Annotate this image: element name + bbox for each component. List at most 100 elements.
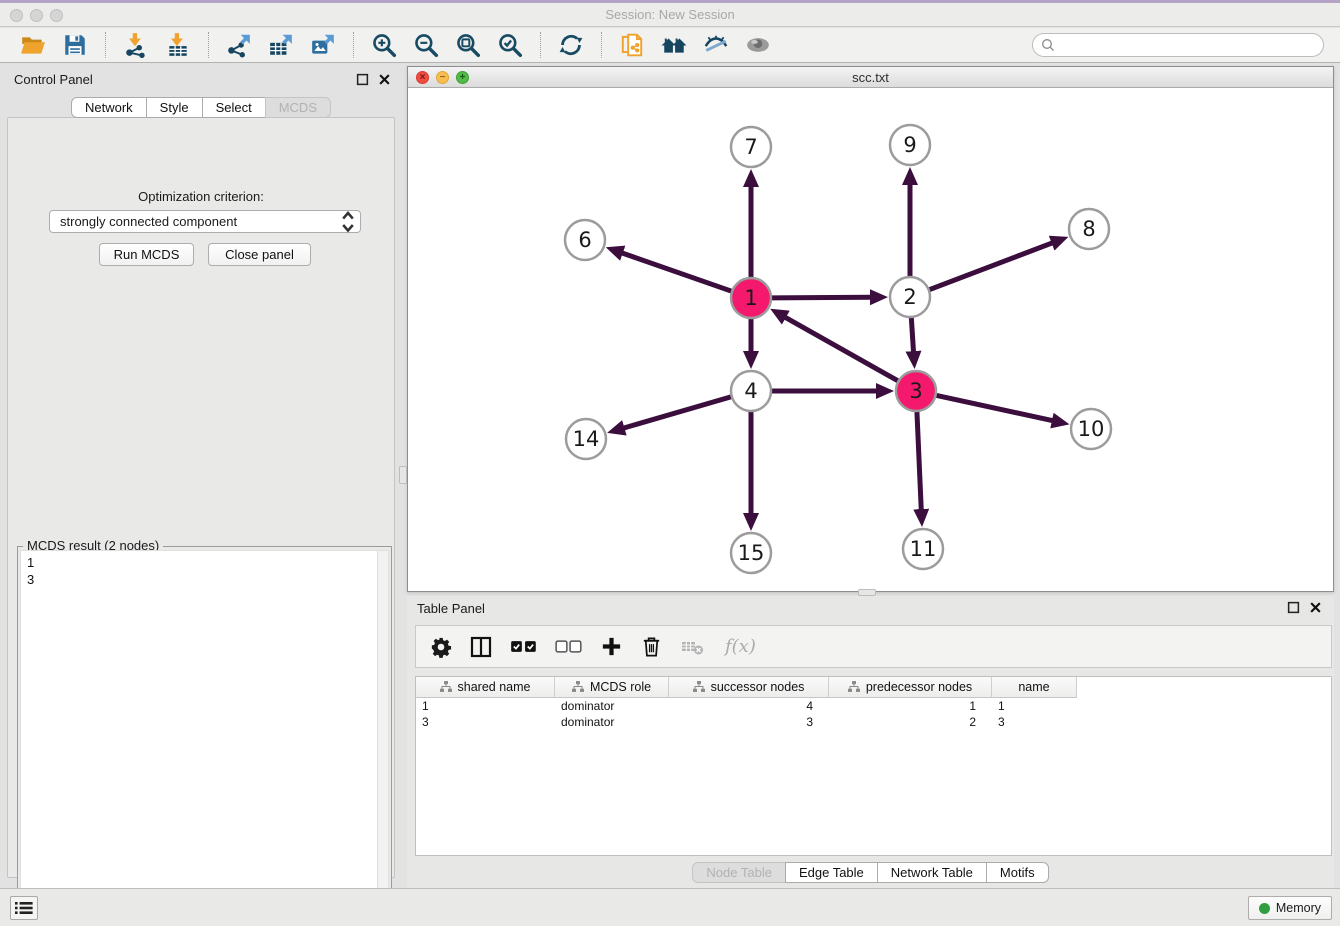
float-panel-icon[interactable] <box>356 73 369 86</box>
table-cell[interactable]: 2 <box>829 714 992 730</box>
table-cell[interactable]: 1 <box>992 698 1077 714</box>
node-label: 11 <box>910 537 937 561</box>
node-7[interactable]: 7 <box>731 127 771 167</box>
network-file-icon[interactable] <box>617 30 647 60</box>
node-8[interactable]: 8 <box>1069 209 1109 249</box>
tab-mcds[interactable]: MCDS <box>265 97 331 118</box>
table-cell[interactable]: 3 <box>416 714 555 730</box>
column-header-shared-name[interactable]: shared name <box>416 677 555 698</box>
table-cell[interactable]: dominator <box>555 698 669 714</box>
export-network-icon[interactable] <box>224 30 254 60</box>
zoom-fit-icon[interactable] <box>453 30 483 60</box>
control-panel-tabs: NetworkStyleSelectMCDS <box>3 97 399 118</box>
node-15[interactable]: 15 <box>731 533 771 573</box>
node-14[interactable]: 14 <box>566 419 606 459</box>
tab-node-table[interactable]: Node Table <box>692 862 786 883</box>
tab-style[interactable]: Style <box>146 97 203 118</box>
node-label: 1 <box>744 286 757 310</box>
node-1[interactable]: 1 <box>731 278 771 318</box>
float-table-panel-icon[interactable] <box>1287 601 1300 614</box>
edge-2-3[interactable] <box>911 318 913 352</box>
export-table-icon[interactable] <box>266 30 296 60</box>
edge-3-11[interactable] <box>917 412 921 510</box>
column-label: name <box>1018 680 1049 694</box>
node-label: 4 <box>744 379 757 403</box>
node-4[interactable]: 4 <box>731 371 771 411</box>
node-11[interactable]: 11 <box>903 529 943 569</box>
zoom-in-icon[interactable] <box>369 30 399 60</box>
vertical-splitter-handle[interactable] <box>399 466 407 484</box>
optimization-criterion-label: Optimization criterion: <box>8 189 394 204</box>
node-3[interactable]: 3 <box>896 371 936 411</box>
network-window-title: scc.txt <box>408 67 1333 88</box>
refresh-icon[interactable] <box>556 30 586 60</box>
column-header-successor-nodes[interactable]: successor nodes <box>669 677 829 698</box>
home-icon[interactable] <box>659 30 689 60</box>
horizontal-splitter-handle[interactable] <box>858 589 876 596</box>
zoom-out-icon[interactable] <box>411 30 441 60</box>
function-icon[interactable]: f(x) <box>725 632 756 662</box>
toolbar-separator <box>208 32 209 58</box>
table-cell[interactable]: 3 <box>992 714 1077 730</box>
toolbar-separator <box>540 32 541 58</box>
edge-4-14[interactable] <box>623 397 730 428</box>
split-view-icon[interactable] <box>469 632 493 662</box>
edge-1-2[interactable] <box>772 297 871 298</box>
search-input[interactable] <box>1060 38 1315 52</box>
show-icon[interactable] <box>743 30 773 60</box>
node-label: 6 <box>578 228 591 252</box>
criterion-dropdown[interactable]: strongly connected component <box>49 210 361 233</box>
tab-motifs[interactable]: Motifs <box>986 862 1049 883</box>
result-scrollbar[interactable] <box>377 551 388 921</box>
attribute-type-icon <box>440 681 452 693</box>
import-table-icon[interactable] <box>163 30 193 60</box>
node-2[interactable]: 2 <box>890 277 930 317</box>
table-toolbar: f(x) <box>415 625 1332 668</box>
delete-table-icon[interactable] <box>680 632 706 662</box>
table-row[interactable]: 1dominator411 <box>416 698 1331 714</box>
export-image-icon[interactable] <box>308 30 338 60</box>
run-mcds-button[interactable]: Run MCDS <box>99 243 194 266</box>
deselect-all-icon[interactable] <box>555 632 583 662</box>
network-window-titlebar[interactable]: × − + scc.txt <box>408 67 1333 88</box>
table-cell[interactable]: 1 <box>829 698 992 714</box>
hide-icon[interactable] <box>701 30 731 60</box>
import-network-icon[interactable] <box>121 30 151 60</box>
save-icon[interactable] <box>60 30 90 60</box>
tab-select[interactable]: Select <box>202 97 266 118</box>
network-canvas[interactable]: 7 9 6 8 1 2 4 3 14 10 15 11 <box>408 88 1333 591</box>
column-header-predecessor-nodes[interactable]: predecessor nodes <box>829 677 992 698</box>
column-label: successor nodes <box>711 680 805 694</box>
task-history-button[interactable] <box>10 896 38 920</box>
edge-3-10[interactable] <box>937 395 1053 420</box>
edge-2-8[interactable] <box>930 243 1053 290</box>
table-cell[interactable]: 1 <box>416 698 555 714</box>
tab-network[interactable]: Network <box>71 97 147 118</box>
table-cell[interactable]: dominator <box>555 714 669 730</box>
table-cell[interactable]: 3 <box>669 714 829 730</box>
node-9[interactable]: 9 <box>890 125 930 165</box>
close-table-panel-icon[interactable] <box>1309 601 1322 614</box>
open-folder-icon[interactable] <box>18 30 48 60</box>
node-label: 15 <box>738 541 765 565</box>
column-header-name[interactable]: name <box>992 677 1077 698</box>
close-panel-button[interactable]: Close panel <box>208 243 311 266</box>
table-cell[interactable]: 4 <box>669 698 829 714</box>
column-header-mcds-role[interactable]: MCDS role <box>555 677 669 698</box>
mcds-result-area[interactable]: 1 3 <box>20 550 389 922</box>
delete-icon[interactable] <box>640 632 663 662</box>
zoom-selected-icon[interactable] <box>495 30 525 60</box>
add-icon[interactable] <box>600 632 623 662</box>
search-box[interactable] <box>1032 33 1324 57</box>
close-panel-icon[interactable] <box>378 73 391 86</box>
edge-3-1[interactable] <box>785 317 898 381</box>
node-10[interactable]: 10 <box>1071 409 1111 449</box>
tab-edge-table[interactable]: Edge Table <box>785 862 878 883</box>
tab-network-table[interactable]: Network Table <box>877 862 987 883</box>
memory-button[interactable]: Memory <box>1248 896 1332 920</box>
gear-icon[interactable] <box>430 632 452 662</box>
select-all-icon[interactable] <box>510 632 538 662</box>
edge-1-6[interactable] <box>622 253 731 291</box>
table-row[interactable]: 3dominator323 <box>416 714 1331 730</box>
node-6[interactable]: 6 <box>565 220 605 260</box>
